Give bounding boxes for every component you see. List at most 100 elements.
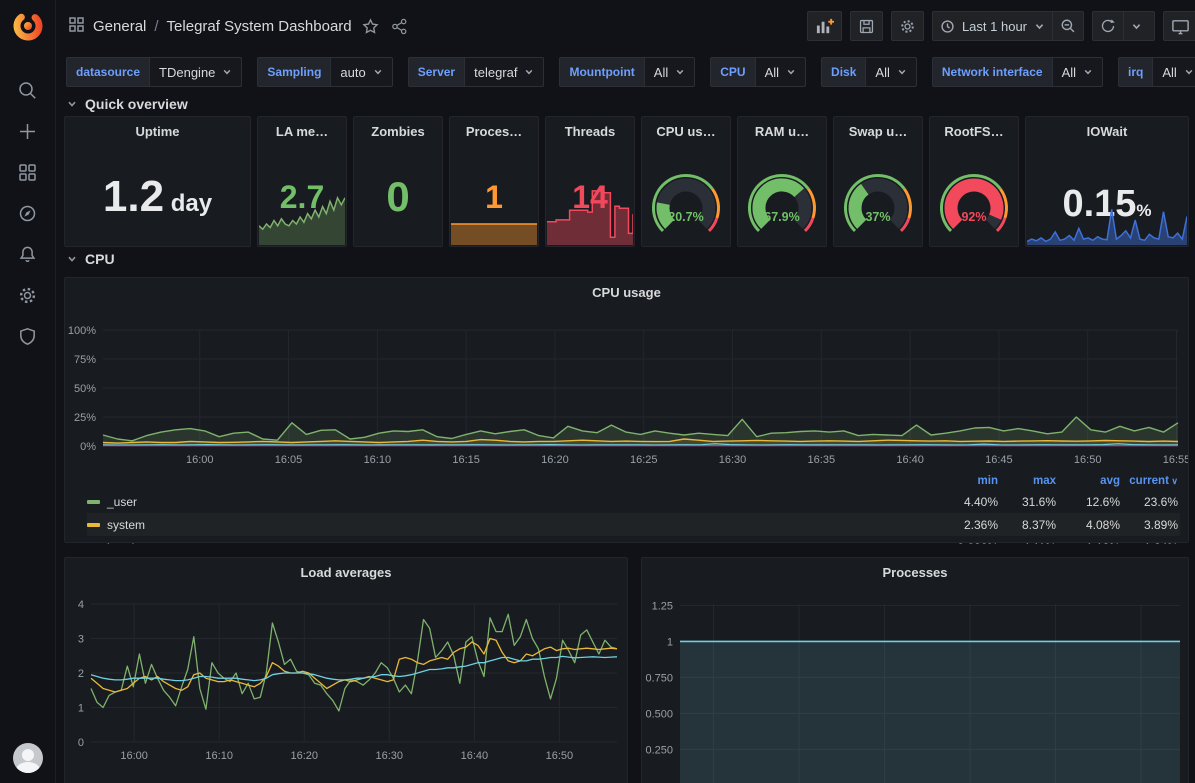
panel-title[interactable]: Swap u… <box>834 117 922 147</box>
time-range-picker[interactable]: Last 1 hour <box>932 11 1053 41</box>
svg-text:16:50: 16:50 <box>1074 454 1102 466</box>
panel-title[interactable]: RAM u… <box>738 117 826 147</box>
load-averages-plot[interactable]: 0123416:0016:1016:2016:3016:4016:50 <box>65 588 627 766</box>
grafana-logo[interactable] <box>11 9 45 43</box>
variable-dropdown[interactable]: All <box>644 57 695 87</box>
section-cpu[interactable]: CPU <box>66 251 1195 267</box>
save-icon <box>858 18 875 35</box>
legend-sort-max[interactable]: max <box>998 475 1056 487</box>
create-plus-icon[interactable] <box>17 120 39 142</box>
alerting-bell-icon[interactable] <box>17 243 39 265</box>
variable-dropdown[interactable]: All <box>755 57 806 87</box>
panel-title[interactable]: IOWait <box>1026 117 1188 147</box>
svg-text:16:45: 16:45 <box>985 454 1013 466</box>
stat-panel-zombies: Zombies0 <box>353 116 443 247</box>
svg-text:67.9%: 67.9% <box>764 210 799 224</box>
grafana-app: General / Telegraf System Dashboard <box>0 0 1195 783</box>
svg-text:16:20: 16:20 <box>290 750 318 762</box>
legend-value-max: 8.37% <box>998 518 1056 532</box>
dashboards-grid-icon[interactable] <box>17 161 39 183</box>
variable-dropdown[interactable]: auto <box>330 57 392 87</box>
variable-value: telegraf <box>474 65 517 80</box>
legend-series-name[interactable]: system <box>87 518 926 532</box>
svg-text:0%: 0% <box>80 441 96 453</box>
panel-title[interactable]: LA me… <box>258 117 346 147</box>
variable-value: auto <box>340 65 365 80</box>
stat-panel-uptime: Uptime1.2 day <box>64 116 251 247</box>
panel-title[interactable]: Processes <box>642 558 1188 588</box>
variable-dropdown[interactable]: All <box>1152 57 1195 87</box>
panel-title[interactable]: Load averages <box>65 558 627 588</box>
variable-mountpoint: MountpointAll <box>559 57 695 87</box>
share-icon <box>391 18 408 35</box>
panel-title[interactable]: RootFS… <box>930 117 1018 147</box>
sidebar-bottom <box>0 743 55 773</box>
legend-series-name[interactable]: _user <box>87 495 926 509</box>
legend-header-row: minmaxavgcurrent ∨ <box>87 472 1180 490</box>
panel-title[interactable]: Zombies <box>354 117 442 147</box>
variable-dropdown[interactable]: TDengine <box>149 57 242 87</box>
svg-text:16:40: 16:40 <box>896 454 924 466</box>
section-title: CPU <box>85 251 115 267</box>
stat-sparkline <box>1027 207 1187 245</box>
gauge: 92% <box>935 173 1013 242</box>
share-dashboard-button[interactable] <box>389 16 410 37</box>
variable-dropdown[interactable]: All <box>865 57 916 87</box>
svg-text:16:10: 16:10 <box>205 750 233 762</box>
variable-label: Mountpoint <box>559 57 643 87</box>
cpu-usage-plot[interactable]: 0%25%50%75%100%16:0016:0516:1016:1516:20… <box>65 308 1188 470</box>
section-quick-overview[interactable]: Quick overview <box>66 96 1195 112</box>
chevron-down-icon <box>1034 21 1045 32</box>
svg-text:16:10: 16:10 <box>364 454 392 466</box>
processes-plot[interactable]: 0.2500.5000.75011.25 <box>642 588 1188 783</box>
save-dashboard-button[interactable] <box>850 11 883 41</box>
variable-dropdown[interactable]: telegraf <box>464 57 544 87</box>
zoom-out-time-button[interactable] <box>1052 11 1084 41</box>
star-dashboard-button[interactable] <box>360 16 381 37</box>
server-admin-shield-icon[interactable] <box>17 325 39 347</box>
svg-text:2: 2 <box>78 668 84 680</box>
panel-cpu-usage: CPU usage 0%25%50%75%100%16:0016:0516:10… <box>64 277 1189 543</box>
add-panel-button[interactable] <box>807 11 842 41</box>
svg-text:3: 3 <box>78 634 84 646</box>
explore-compass-icon[interactable] <box>17 202 39 224</box>
panel-title[interactable]: Proces… <box>450 117 538 147</box>
legend-sort-min[interactable]: min <box>926 475 998 487</box>
legend-sort-current[interactable]: current ∨ <box>1120 475 1178 487</box>
stat-body: 0 <box>354 147 442 246</box>
legend-sort-avg[interactable]: avg <box>1056 475 1120 487</box>
stat-value: 1 <box>450 181 538 213</box>
legend-row-iowait: iowait0.626%4.11%1.18%1.24% <box>87 536 1180 544</box>
user-avatar[interactable] <box>13 743 43 773</box>
configuration-gear-icon[interactable] <box>17 284 39 306</box>
legend-value-max: 4.11% <box>998 541 1056 545</box>
stat-panel-iowait: IOWait0.15% <box>1025 116 1189 247</box>
refresh-button[interactable] <box>1092 11 1124 41</box>
gauge: 20.7% <box>647 173 725 242</box>
series-color-swatch <box>87 523 100 527</box>
stat-panel-rootfs: RootFS… 92% <box>929 116 1019 247</box>
panel-title[interactable]: CPU us… <box>642 117 730 147</box>
gauge: 67.9% <box>743 173 821 242</box>
chevron-down-icon <box>524 67 534 77</box>
panel-title[interactable]: Uptime <box>65 117 250 147</box>
legend-series-name[interactable]: iowait <box>87 541 926 545</box>
variable-label: CPU <box>710 57 754 87</box>
variable-dropdown[interactable]: All <box>1052 57 1103 87</box>
dashboard-settings-button[interactable] <box>891 11 924 41</box>
legend-row-system: system2.36%8.37%4.08%3.89% <box>87 513 1180 536</box>
variable-value: All <box>765 65 779 80</box>
cpu-usage-legend: minmaxavgcurrent ∨_user4.40%31.6%12.6%23… <box>65 470 1188 544</box>
search-icon[interactable] <box>17 79 39 101</box>
refresh-interval-dropdown[interactable] <box>1123 11 1155 41</box>
svg-text:0.250: 0.250 <box>645 744 673 756</box>
stat-panel-ram-u: RAM u… 67.9% <box>737 116 827 247</box>
monitor-icon <box>1171 17 1190 36</box>
panel-title[interactable]: Threads <box>546 117 634 147</box>
panel-title[interactable]: CPU usage <box>65 278 1188 308</box>
stat-panel-threads: Threads14 <box>545 116 635 247</box>
kiosk-mode-button[interactable] <box>1163 11 1195 41</box>
time-controls: Last 1 hour <box>932 11 1084 41</box>
series-label: system <box>107 518 145 532</box>
breadcrumb-folder[interactable]: General <box>93 18 146 35</box>
